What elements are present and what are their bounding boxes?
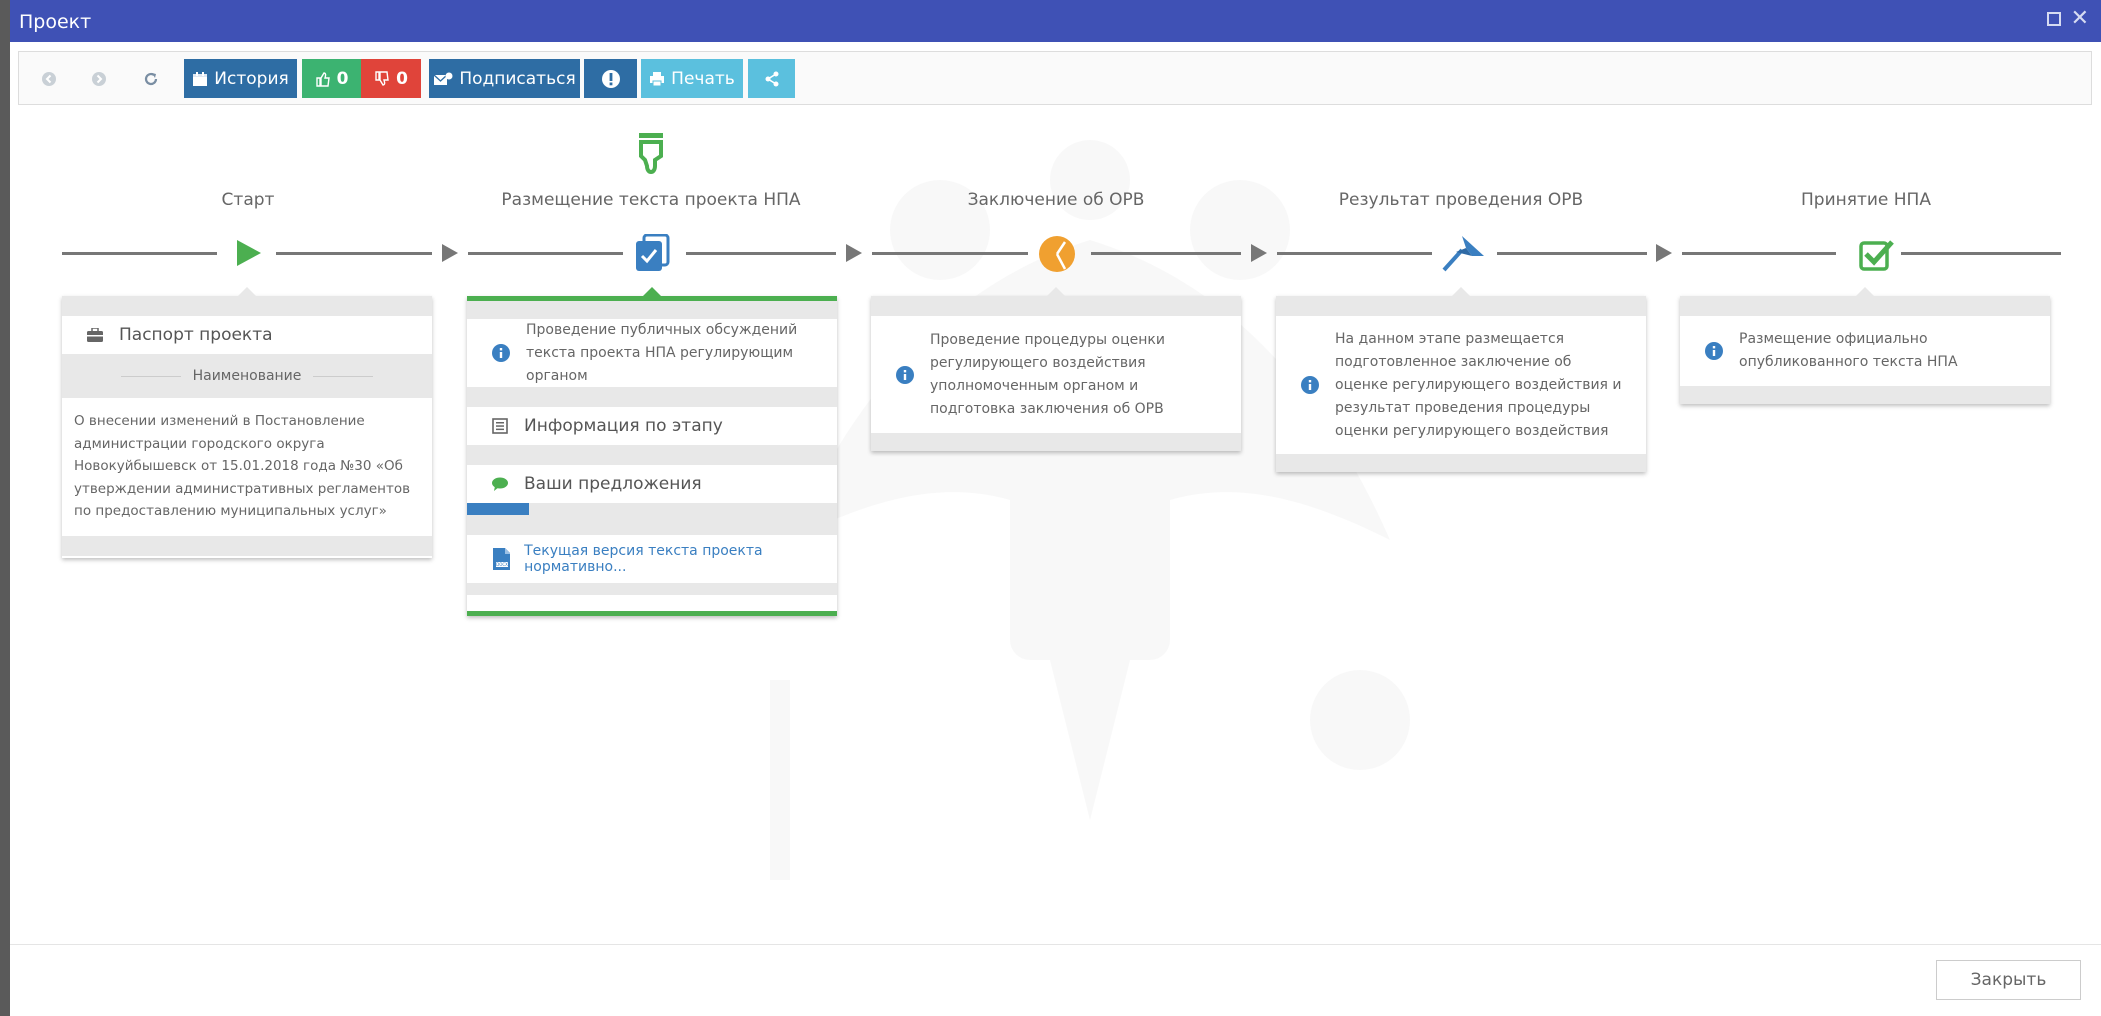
calendar-icon: [193, 71, 208, 86]
active-stage-description: Проведение публичных обсуждений текста п…: [467, 319, 837, 387]
stage-title-npa-adoption: Принятие НПА: [1801, 190, 1931, 210]
info-icon: [896, 365, 914, 384]
report-button[interactable]: [584, 59, 637, 98]
like-button[interactable]: 0: [302, 59, 361, 98]
timeline-segment: [62, 252, 217, 255]
info-icon: [1301, 376, 1319, 394]
refresh-icon: [144, 72, 158, 85]
npa-adoption-card: Размещение официально опубликованного те…: [1680, 287, 2050, 404]
docx-file-icon: DOCX: [493, 548, 511, 570]
project-name-text: О внесении изменений в Постановление адм…: [62, 398, 432, 536]
npa-adoption-description: Размещение официально опубликованного те…: [1739, 331, 1958, 370]
stage-title-npa-text: Размещение текста проекта НПА: [501, 190, 801, 210]
back-button[interactable]: [33, 59, 65, 98]
forward-button[interactable]: [83, 59, 115, 98]
orv-result-card: На данном этапе размещается подготовленн…: [1276, 287, 1646, 472]
active-stage-card: Проведение публичных обсуждений текста п…: [467, 287, 837, 616]
chat-bubble-icon: [492, 477, 508, 491]
passport-header: Паспорт проекта: [62, 316, 432, 354]
passport-title: Паспорт проекта: [119, 325, 273, 345]
share-button[interactable]: [748, 59, 795, 98]
share-icon: [765, 71, 778, 86]
briefcase-icon: [87, 328, 103, 342]
timeline-segment: [1682, 252, 1836, 255]
project-dialog: Проект ✕ История 0 0 Подписаться Печать …: [10, 0, 2101, 1016]
pie-chart-icon[interactable]: [1038, 235, 1076, 273]
name-label: Наименование: [192, 368, 302, 384]
timeline-segment: [276, 252, 432, 255]
current-stage-pointer-icon: [639, 133, 663, 174]
exclamation-circle-icon: [601, 69, 620, 88]
timeline-segment: [1091, 252, 1241, 255]
stage-info-link[interactable]: Информация по этапу: [467, 407, 837, 445]
orv-result-description: На данном этапе размещается подготовленн…: [1335, 330, 1622, 439]
window-controls: ✕: [2046, 8, 2089, 30]
stage-title-start: Старт: [221, 190, 275, 210]
checkbox-icon[interactable]: [1858, 236, 1894, 272]
list-icon: [492, 418, 508, 434]
info-icon: [492, 344, 510, 362]
timeline-arrow: [846, 244, 862, 262]
timeline-segment: [1277, 252, 1432, 255]
close-window-icon[interactable]: ✕: [2071, 8, 2089, 30]
history-label: История: [214, 68, 289, 89]
thumbs-down-icon: [375, 70, 389, 86]
arrow-right-circle-icon: [92, 71, 106, 86]
stage-title-orv-result: Результат проведения ОРВ: [1338, 190, 1584, 210]
title-bar: Проект ✕: [10, 0, 2101, 42]
window-title: Проект: [19, 11, 92, 33]
print-button[interactable]: Печать: [641, 59, 743, 98]
likes-count: 0: [336, 68, 349, 89]
dislike-button[interactable]: 0: [361, 59, 421, 98]
arrow-left-circle-icon: [42, 71, 56, 86]
stage-title-orv-conclusion: Заключение об ОРВ: [967, 190, 1145, 210]
envelope-plus-icon: [433, 72, 453, 85]
proposals-link[interactable]: Ваши предложения: [467, 465, 837, 503]
toolbar: История 0 0 Подписаться Печать: [18, 51, 2092, 105]
proposals-progress-bar: [467, 503, 529, 515]
timeline-arrow: [1656, 244, 1672, 262]
play-icon[interactable]: [233, 238, 263, 268]
timeline-arrow: [442, 244, 458, 262]
close-button[interactable]: Закрыть: [1936, 960, 2081, 1000]
info-icon: [1705, 342, 1723, 360]
thumbs-up-icon: [315, 71, 330, 87]
timeline-segment: [1497, 252, 1647, 255]
maximize-icon[interactable]: [2046, 12, 2061, 26]
document-check-icon[interactable]: [634, 234, 670, 272]
pin-icon[interactable]: [1442, 234, 1486, 272]
timeline-segment: [1901, 252, 2061, 255]
footer-divider: [10, 944, 2101, 945]
orv-conclusion-card: Проведение процедуры оценки регулирующег…: [871, 287, 1241, 451]
svg-text:DOCX: DOCX: [496, 562, 508, 567]
timeline-segment: [686, 252, 836, 255]
print-label: Печать: [671, 68, 735, 89]
history-button[interactable]: История: [184, 59, 297, 98]
document-link[interactable]: DOCX Текущая версия текста проекта норма…: [467, 535, 837, 583]
subscribe-button[interactable]: Подписаться: [429, 59, 580, 98]
refresh-button[interactable]: [135, 59, 167, 98]
subscribe-label: Подписаться: [459, 68, 576, 89]
timeline-arrow: [1251, 244, 1267, 262]
orv-conclusion-description: Проведение процедуры оценки регулирующег…: [930, 331, 1165, 417]
dislikes-count: 0: [396, 68, 408, 89]
timeline-segment: [872, 252, 1028, 255]
timeline-segment: [468, 252, 623, 255]
printer-icon: [650, 71, 665, 86]
project-passport-card: Паспорт проекта Наименование О внесении …: [62, 287, 432, 558]
